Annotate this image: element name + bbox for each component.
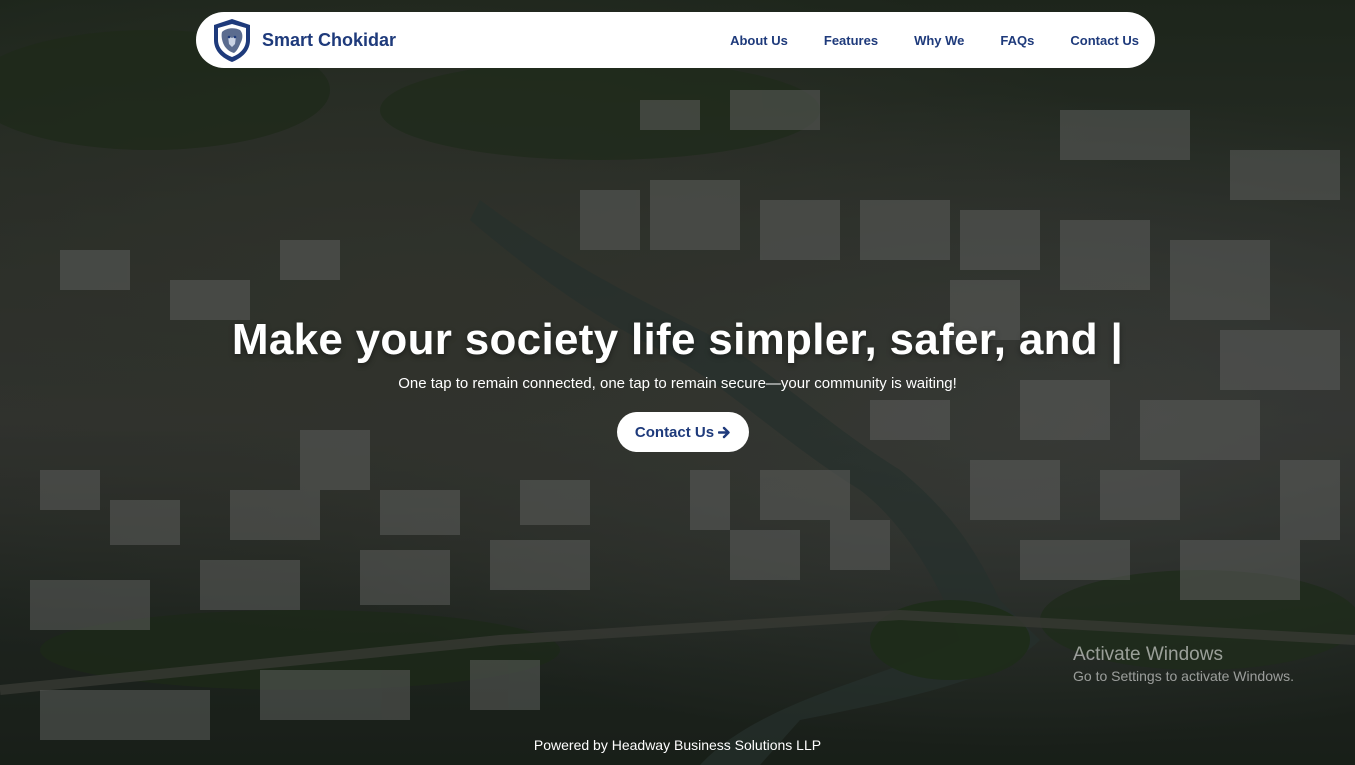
- nav-link-contact-us[interactable]: Contact Us: [1052, 33, 1139, 48]
- hero-headline: Make your society life simpler, safer, a…: [231, 315, 1124, 364]
- watermark-title: Activate Windows: [1073, 644, 1223, 665]
- arrow-right-icon: [718, 426, 730, 438]
- nav-link-faqs[interactable]: FAQs: [982, 33, 1052, 48]
- footer-powered-by: Powered by Headway Business Solutions LL…: [533, 737, 822, 753]
- contact-us-button-label: Contact Us: [634, 423, 715, 441]
- top-navbar: Smart Chokidar About Us Features Why We …: [196, 12, 1155, 68]
- brand-name: Smart Chokidar: [262, 29, 397, 50]
- nav-link-why-we[interactable]: Why We: [896, 33, 982, 48]
- lion-shield-logo-icon: [214, 19, 250, 62]
- hero-subline: One tap to remain connected, one tap to …: [398, 375, 957, 392]
- contact-us-button[interactable]: Contact Us: [617, 412, 749, 452]
- nav-link-features[interactable]: Features: [806, 33, 896, 48]
- watermark-subtitle: Go to Settings to activate Windows.: [1073, 668, 1294, 684]
- windows-activation-watermark: Activate Windows Go to Settings to activ…: [1073, 644, 1294, 684]
- brand[interactable]: Smart Chokidar: [208, 16, 396, 64]
- nav-links: About Us Features Why We FAQs Contact Us: [712, 33, 1139, 48]
- nav-link-about-us[interactable]: About Us: [712, 33, 806, 48]
